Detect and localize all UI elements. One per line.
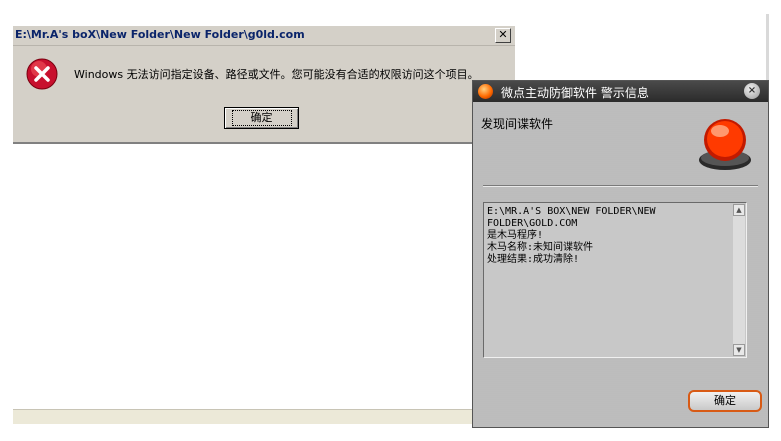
scroll-up-arrow-icon[interactable]: ▲: [733, 204, 745, 216]
ok-button-label: 确定: [231, 110, 292, 126]
close-button[interactable]: ✕: [495, 28, 511, 43]
alert-titlebar[interactable]: 微点主动防御软件 警示信息 ×: [473, 81, 768, 102]
antivirus-alert-window: 微点主动防御软件 警示信息 × 发现间谍软件 E:\MR.A'S BOX\NEW…: [472, 80, 769, 428]
status-bar: [13, 409, 516, 424]
error-dialog: E:\Mr.A's boX\New Folder\New Folder\g0ld…: [13, 26, 515, 144]
details-text: E:\MR.A'S BOX\NEW FOLDER\NEW FOLDER\GOLD…: [487, 206, 656, 265]
scroll-down-arrow-icon[interactable]: ▼: [733, 344, 745, 356]
error-dialog-title: E:\Mr.A's boX\New Folder\New Folder\g0ld…: [15, 28, 305, 41]
alert-title: 微点主动防御软件 警示信息: [501, 86, 649, 100]
error-message: Windows 无法访问指定设备、路径或文件。您可能没有合适的权限访问这个项目。: [74, 68, 479, 81]
app-logo-icon: [478, 84, 493, 99]
details-textbox[interactable]: E:\MR.A'S BOX\NEW FOLDER\NEW FOLDER\GOLD…: [483, 202, 747, 358]
alarm-light-icon: [699, 119, 751, 170]
close-button[interactable]: ×: [744, 83, 760, 99]
ok-button[interactable]: 确定: [688, 390, 762, 412]
scrollbar[interactable]: ▲ ▼: [733, 204, 745, 356]
alert-body: 发现间谍软件 E:\MR.A'S BOX\NEW FOLDER\NEW FOLD…: [473, 102, 768, 427]
ok-button[interactable]: 确定: [224, 107, 299, 129]
divider: [483, 185, 758, 187]
background-area: [516, 14, 768, 81]
error-dialog-titlebar[interactable]: E:\Mr.A's boX\New Folder\New Folder\g0ld…: [13, 26, 515, 46]
error-x-icon: [26, 58, 58, 90]
alert-heading: 发现间谍软件: [481, 117, 554, 131]
